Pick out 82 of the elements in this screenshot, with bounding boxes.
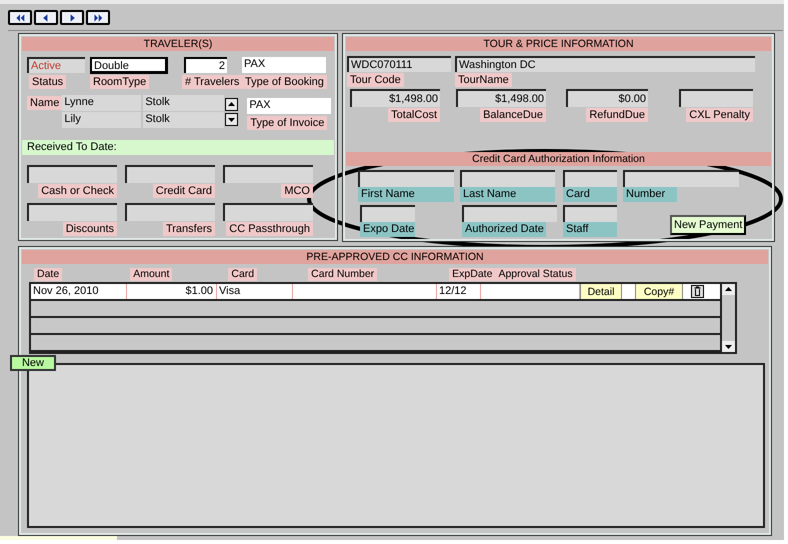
section-header: PRE-APPROVED CC INFORMATION bbox=[22, 250, 768, 264]
field-label: TotalCost bbox=[388, 108, 440, 122]
table-cell: 12/12 bbox=[437, 284, 481, 299]
room-type-field[interactable]: Double bbox=[90, 57, 168, 74]
first-name-field[interactable]: Lily bbox=[62, 112, 142, 128]
section-bar: Received To Date: bbox=[22, 140, 334, 155]
field-label: RefundDue bbox=[586, 108, 648, 122]
amount-field[interactable] bbox=[223, 203, 313, 221]
input-field[interactable] bbox=[358, 170, 454, 187]
field-label: Expo Date bbox=[360, 222, 415, 237]
field-label: Number bbox=[623, 187, 677, 202]
field-label: CXL Penalty bbox=[686, 108, 753, 122]
next-record-button[interactable] bbox=[60, 10, 84, 25]
section-header: TOUR & PRICE INFORMATION bbox=[346, 37, 771, 51]
detail-button[interactable]: Detail bbox=[580, 284, 622, 299]
last-record-button[interactable] bbox=[86, 10, 110, 25]
input-field[interactable] bbox=[460, 170, 555, 187]
input-field[interactable] bbox=[360, 205, 415, 222]
field-label: TourName bbox=[455, 73, 512, 87]
field-label: Status bbox=[29, 75, 66, 89]
field-label: CC Passthrough bbox=[226, 222, 313, 236]
input-field[interactable] bbox=[563, 170, 617, 187]
scroll-down-icon[interactable] bbox=[722, 341, 735, 352]
column-header: Card Number bbox=[308, 268, 378, 281]
input-field[interactable] bbox=[563, 205, 617, 222]
amount-field[interactable]: $1,498.00 bbox=[456, 89, 546, 107]
scroll-down-icon[interactable] bbox=[225, 113, 238, 126]
field-label: Type of Booking bbox=[242, 75, 327, 89]
amount-field[interactable] bbox=[125, 165, 215, 183]
amount-field[interactable]: $0.00 bbox=[566, 89, 648, 107]
booking-type-field[interactable]: PAX bbox=[242, 57, 326, 73]
previous-record-button[interactable] bbox=[34, 10, 58, 25]
field-label: First Name bbox=[358, 187, 454, 202]
amount-field[interactable] bbox=[125, 203, 215, 221]
section-header: TRAVELER(S) bbox=[22, 37, 334, 51]
new-payment-button[interactable]: New Payment bbox=[670, 215, 746, 235]
input-field[interactable] bbox=[623, 170, 739, 187]
field-label: Cash or Check bbox=[38, 184, 117, 198]
trash-icon[interactable] bbox=[691, 285, 704, 298]
invoice-type-field[interactable]: PAX bbox=[247, 98, 332, 114]
column-header: Date bbox=[34, 268, 62, 281]
field-label: MCO bbox=[281, 184, 313, 198]
amount-field[interactable] bbox=[27, 165, 117, 183]
table-cell: $1.00 bbox=[127, 284, 217, 299]
field-label: Credit Card bbox=[152, 184, 215, 198]
scroll-up-icon[interactable] bbox=[225, 98, 238, 111]
field-label: Staff bbox=[563, 222, 617, 237]
input-field[interactable] bbox=[462, 205, 557, 222]
amount-field[interactable] bbox=[679, 89, 753, 107]
amount-field[interactable] bbox=[223, 165, 313, 183]
amount-field[interactable]: $1,498.00 bbox=[350, 89, 440, 107]
field-label: Transfers bbox=[162, 222, 215, 236]
field-label: Authorized Date bbox=[462, 222, 546, 237]
table-cell: Visa bbox=[217, 284, 293, 299]
field-label: Discounts bbox=[62, 222, 117, 236]
tour-code-field[interactable]: WDC070111 bbox=[347, 56, 451, 72]
section-header: Credit Card Authorization Information bbox=[346, 152, 771, 166]
field-label: Last Name bbox=[460, 187, 555, 202]
first-record-button[interactable] bbox=[8, 10, 32, 25]
amount-field[interactable] bbox=[27, 203, 117, 221]
scroll-up-icon[interactable] bbox=[722, 284, 735, 295]
last-name-field[interactable]: Stolk bbox=[143, 112, 224, 128]
last-name-field[interactable]: Stolk bbox=[143, 95, 224, 111]
column-header: Approval Status bbox=[495, 268, 576, 281]
tour-name-field[interactable]: Washington DC bbox=[455, 56, 755, 72]
field-label: RoomType bbox=[90, 75, 150, 89]
travelers-field[interactable]: 2 bbox=[184, 57, 227, 73]
table-cell: Nov 26, 2010 bbox=[31, 284, 127, 299]
scrollbar[interactable] bbox=[722, 282, 737, 354]
first-name-field[interactable]: Lynne bbox=[62, 95, 142, 111]
new-button[interactable]: New bbox=[10, 355, 56, 371]
status-field[interactable]: Active bbox=[27, 57, 85, 73]
field-label: BalanceDue bbox=[480, 108, 546, 122]
copy-number-button[interactable]: Copy# bbox=[635, 284, 683, 299]
field-label: Type of Invoice bbox=[247, 116, 328, 130]
column-header: Card bbox=[228, 268, 258, 281]
field-label: Name bbox=[27, 96, 62, 110]
field-label: # Travelers bbox=[182, 75, 242, 89]
field-label: Tour Code bbox=[347, 73, 404, 87]
column-header: Amount bbox=[130, 268, 172, 281]
column-header: ExpDate bbox=[449, 268, 496, 281]
field-label: Card bbox=[563, 187, 617, 202]
